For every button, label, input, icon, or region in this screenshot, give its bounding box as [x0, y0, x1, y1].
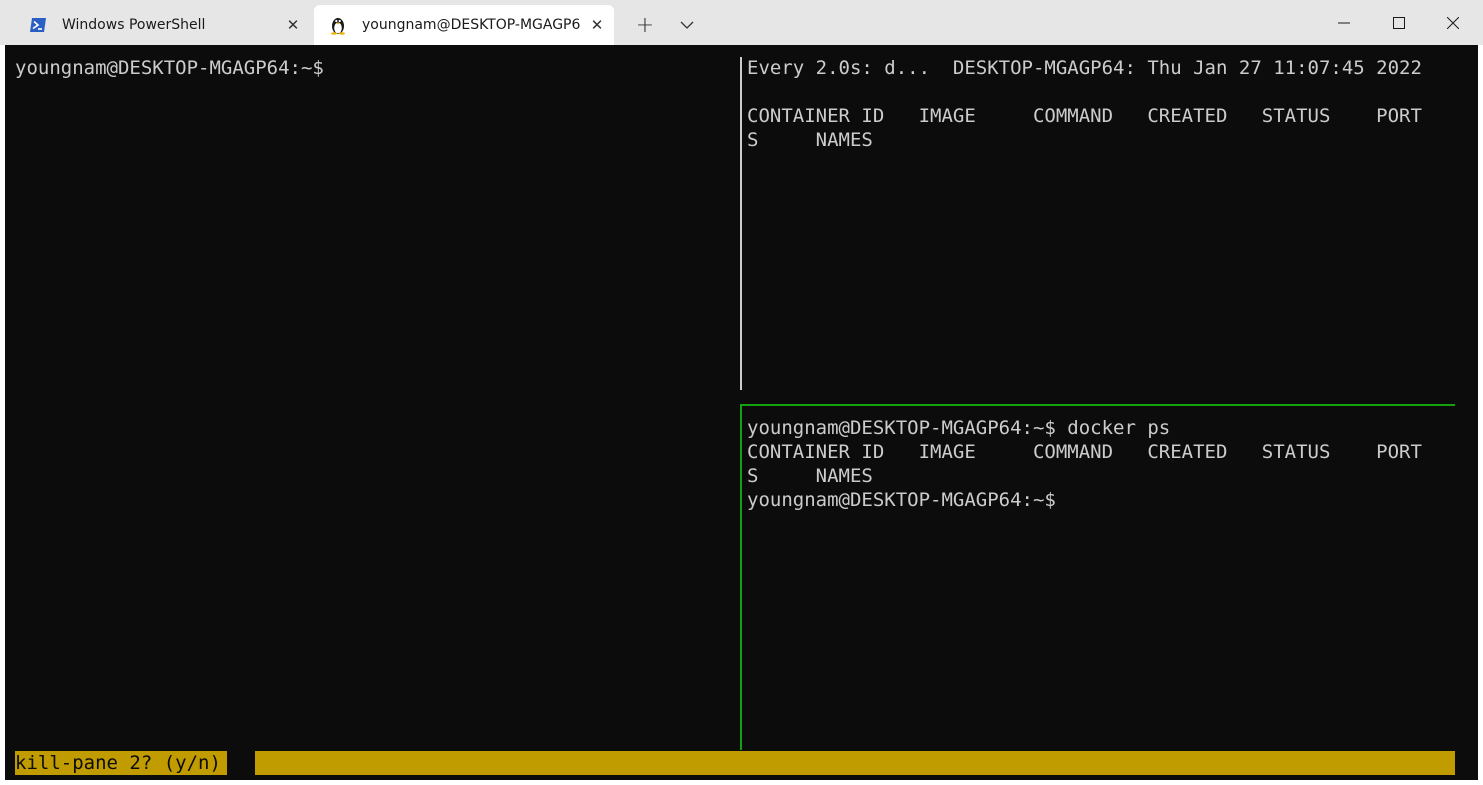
tmux-confirm-prompt: kill-pane 2? (y/n) [15, 751, 227, 775]
terminal-line: CONTAINER ID IMAGE COMMAND CREATED STATU… [747, 441, 1422, 463]
terminal-line: youngnam@DESKTOP-MGAGP64:~$ docker ps [747, 417, 1171, 439]
tab-title: youngnam@DESKTOP-MGAGP64:~ [362, 17, 580, 33]
terminal-area[interactable]: youngnam@DESKTOP-MGAGP64:~$ Every 2.0s: … [5, 45, 1478, 780]
maximize-icon [1393, 16, 1405, 29]
powershell-icon [28, 15, 48, 35]
title-bar[interactable]: Windows PowerShell ✕ youngnam@DESKTOP-MG… [0, 0, 1483, 45]
pane-divider-horizontal[interactable] [742, 404, 1455, 406]
terminal-line: Every 2.0s: d... DESKTOP-MGAGP64: Thu Ja… [747, 57, 1422, 79]
close-window-button[interactable] [1427, 0, 1479, 45]
minimize-icon [1338, 22, 1350, 23]
new-tab-button[interactable]: + [626, 10, 664, 40]
terminal-line: youngnam@DESKTOP-MGAGP64:~$ [747, 489, 1056, 511]
tmux-status-bar [255, 751, 1455, 775]
maximize-button[interactable] [1373, 0, 1425, 45]
close-tab-icon[interactable]: ✕ [276, 10, 310, 40]
linux-penguin-icon [328, 15, 348, 35]
minimize-button[interactable] [1318, 0, 1370, 45]
terminal-window: Windows PowerShell ✕ youngnam@DESKTOP-MG… [0, 0, 1483, 785]
terminal-line: S NAMES [747, 465, 873, 487]
close-icon [1447, 16, 1459, 29]
tab-wsl-ubuntu[interactable]: youngnam@DESKTOP-MGAGP64:~ ✕ [314, 5, 614, 45]
tab-title: Windows PowerShell [62, 17, 206, 33]
chevron-down-icon[interactable] [668, 10, 706, 40]
close-tab-icon[interactable]: ✕ [580, 10, 614, 40]
terminal-line: S NAMES [747, 129, 873, 151]
active-pane-border [740, 404, 742, 750]
tab-windows-powershell[interactable]: Windows PowerShell ✕ [14, 5, 310, 45]
terminal-line: CONTAINER ID IMAGE COMMAND CREATED STATU… [747, 105, 1422, 127]
pane-divider-vertical[interactable] [740, 57, 742, 390]
terminal-line: youngnam@DESKTOP-MGAGP64:~$ [15, 57, 324, 79]
